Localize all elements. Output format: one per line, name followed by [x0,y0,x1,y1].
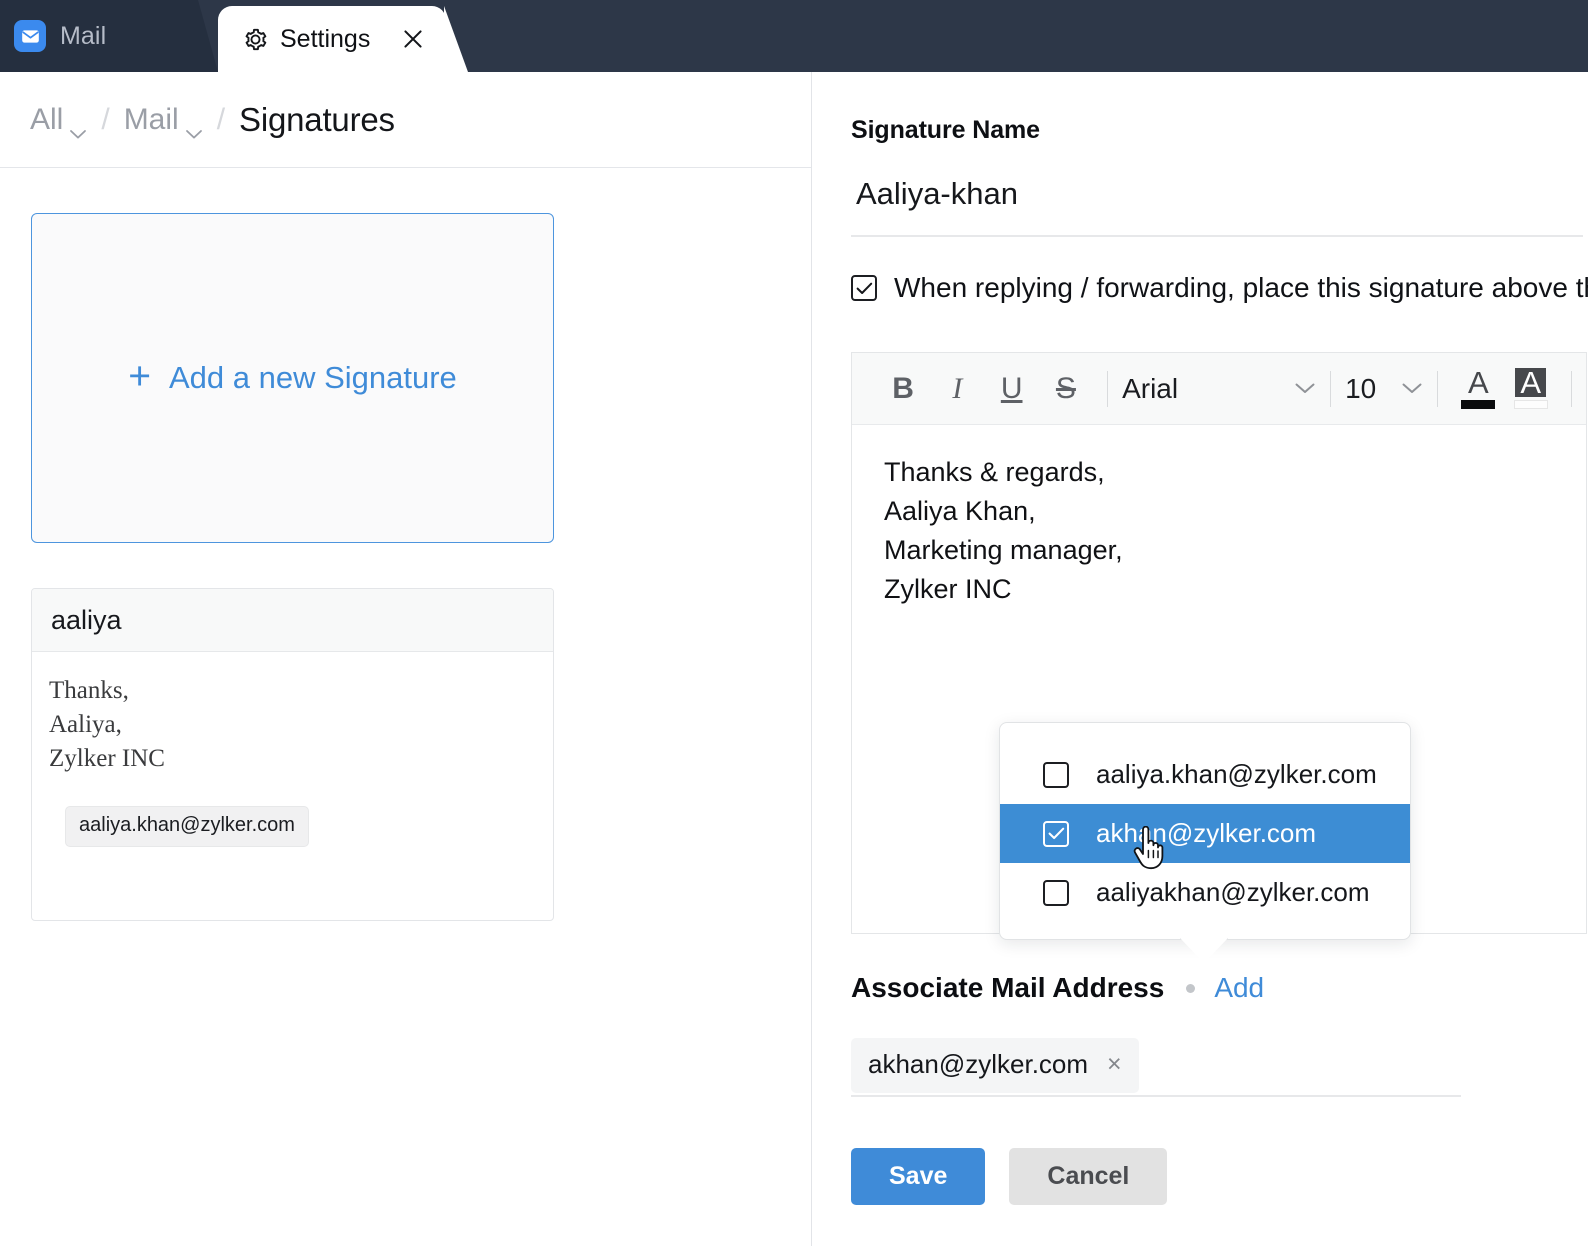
tab-mail-label: Mail [60,22,106,51]
chevron-down-icon [185,114,203,125]
place-signature-above-checkbox-row[interactable]: When replying / forwarding, place this s… [851,272,1588,304]
toolbar-divider [1330,371,1331,407]
address-option-row[interactable]: akhan@zylker.com [1000,804,1410,863]
tab-settings-label: Settings [280,25,370,54]
breadcrumb-separator-2: / [217,103,225,137]
font-family-select[interactable]: Arial [1122,353,1316,425]
cancel-button[interactable]: Cancel [1009,1148,1167,1205]
plus-icon: + [128,357,151,396]
gear-icon [242,26,269,53]
signature-card-header: aaliya [32,589,553,652]
highlight-color-swatch [1514,400,1548,409]
checkbox-icon[interactable] [1043,762,1069,788]
signature-card-body: Thanks, Aaliya, Zylker INC aaliya.khan@z… [32,652,553,847]
place-signature-above-label: When replying / forwarding, place this s… [894,272,1588,304]
address-option-row[interactable]: aaliya.khan@zylker.com [1000,745,1410,804]
font-size-value: 10 [1345,373,1389,405]
popup-tail [1180,938,1228,963]
highlight-color-glyph: A [1515,368,1546,397]
form-actions: Save Cancel [851,1148,1167,1205]
associate-mail-address-row: Associate Mail Address Add [851,972,1264,1004]
tab-mail[interactable]: Mail [0,0,218,72]
signature-editor-panel: Signature Name Aaliya-khan When replying… [813,72,1588,1246]
page-title: Signatures [239,101,395,139]
save-button[interactable]: Save [851,1148,985,1205]
breadcrumb-mail-label: Mail [124,103,179,137]
text-color-glyph: A [1468,368,1489,397]
text-color-swatch [1461,400,1495,409]
bold-button[interactable]: B [876,353,930,425]
signature-preview-text: Thanks, Aaliya, Zylker INC [49,674,553,776]
address-option-row[interactable]: aaliyakhan@zylker.com [1000,863,1410,922]
associated-address-chip[interactable]: akhan@zylker.com × [851,1038,1139,1093]
associate-address-option-list: aaliya.khan@zylker.com akhan@zylker.com … [1000,723,1410,944]
signature-editor-content[interactable]: Thanks & regards, Aaliya Khan, Marketing… [852,425,1586,609]
signature-card[interactable]: aaliya Thanks, Aaliya, Zylker INC aaliya… [31,588,554,921]
associate-underline [851,1095,1461,1097]
browser-tab-bar: Mail Settings [0,0,1588,72]
associated-address-label: akhan@zylker.com [868,1049,1088,1080]
chevron-down-icon [1294,382,1316,395]
signature-name-underline [851,235,1583,237]
associate-address-dropdown: aaliya.khan@zylker.com akhan@zylker.com … [999,722,1411,940]
add-new-signature-button[interactable]: + Add a new Signature [31,213,554,543]
text-color-button[interactable]: A [1452,353,1504,425]
font-family-value: Arial [1122,373,1282,405]
address-option-label: aaliyakhan@zylker.com [1096,877,1370,908]
highlight-color-button[interactable]: A [1505,353,1557,425]
add-address-link[interactable]: Add [1214,972,1264,1004]
bullet-dot-icon [1186,984,1195,993]
toolbar-divider [1107,371,1108,407]
underline-button[interactable]: U [985,353,1039,425]
place-signature-above-checkbox[interactable] [851,275,877,301]
strikethrough-button[interactable]: S [1039,353,1093,425]
font-size-select[interactable]: 10 [1345,353,1423,425]
remove-address-icon[interactable]: × [1107,1052,1122,1077]
associate-mail-address-label: Associate Mail Address [851,972,1164,1004]
breadcrumb-all-label: All [30,103,63,137]
breadcrumb: All / Mail / Signatures [0,72,811,168]
checkbox-icon[interactable] [1043,880,1069,906]
signature-name-input[interactable]: Aaliya-khan [856,176,1018,212]
signature-name-label: Signature Name [851,116,1040,145]
chevron-down-icon [69,114,87,125]
signatures-list-panel: All / Mail / Signatures + Add a new Sign… [0,72,812,1246]
mail-app-icon [14,20,46,52]
italic-button[interactable]: I [930,353,984,425]
tab-settings[interactable]: Settings [218,6,446,72]
app-root: Mail Settings All [0,0,1588,1246]
signature-card-title: aaliya [51,605,122,636]
editor-toolbar: B I U S Arial 10 [852,353,1586,425]
chevron-down-icon [1401,382,1423,395]
add-new-signature-label: Add a new Signature [169,360,457,396]
close-icon[interactable] [400,26,426,52]
address-option-label: aaliya.khan@zylker.com [1096,759,1377,790]
address-option-label: akhan@zylker.com [1096,818,1316,849]
checkbox-icon[interactable] [1043,821,1069,847]
toolbar-divider [1571,371,1572,407]
signature-address-chip: aaliya.khan@zylker.com [65,806,309,847]
breadcrumb-item-all[interactable]: All [30,103,87,137]
toolbar-divider [1437,371,1438,407]
breadcrumb-item-mail[interactable]: Mail [124,103,203,137]
breadcrumb-separator-1: / [101,103,109,137]
